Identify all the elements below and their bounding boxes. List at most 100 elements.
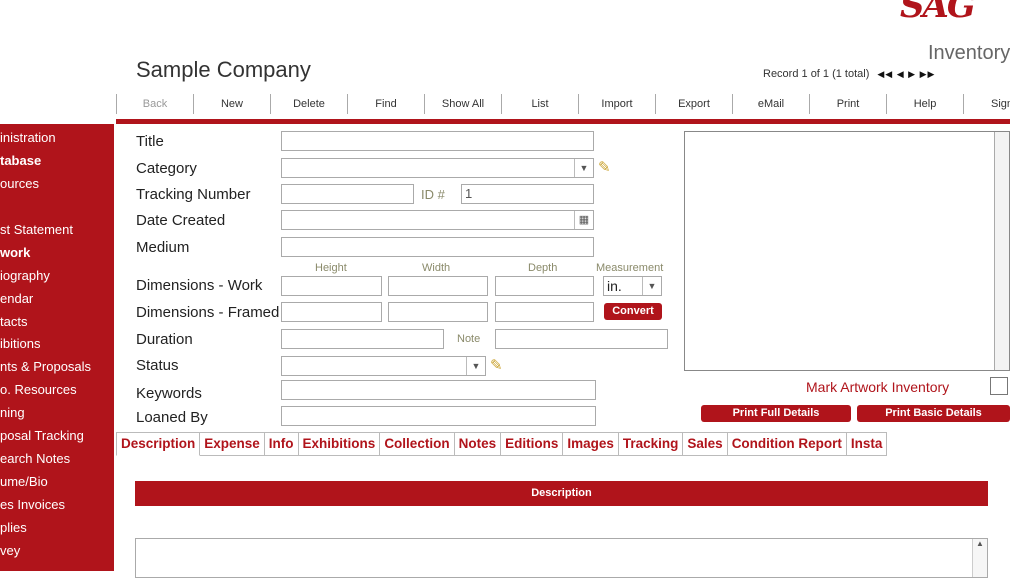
- sidebar-item[interactable]: es Invoices: [0, 497, 65, 513]
- sidebar-item[interactable]: nts & Proposals: [0, 359, 91, 375]
- measurement-label: Measurement: [596, 262, 664, 274]
- sidebar-item[interactable]: vey: [0, 543, 20, 559]
- description-textarea[interactable]: ▲: [135, 538, 988, 578]
- tab-images[interactable]: Images: [563, 432, 619, 456]
- print-full-details-button[interactable]: Print Full Details: [701, 405, 851, 422]
- medium-label: Medium: [136, 239, 190, 256]
- keywords-label: Keywords: [136, 385, 202, 402]
- height-label: Height: [315, 262, 347, 274]
- work-width-input[interactable]: [388, 276, 488, 296]
- sidebar-item[interactable]: plies: [0, 520, 27, 536]
- framed-width-input[interactable]: [388, 302, 488, 322]
- module-title: Inventory: [928, 42, 1010, 64]
- calendar-icon[interactable]: ▦: [574, 211, 593, 229]
- sidebar-item[interactable]: work: [0, 245, 30, 261]
- sidebar-item[interactable]: earch Notes: [0, 451, 70, 467]
- tab-editions[interactable]: Editions: [501, 432, 564, 456]
- keywords-input[interactable]: [281, 380, 596, 400]
- toolbar-button-back[interactable]: Back: [116, 94, 193, 114]
- dimensions-work-label: Dimensions - Work: [136, 277, 263, 294]
- tab-insta[interactable]: Insta: [846, 432, 888, 456]
- toolbar-button-import[interactable]: Import: [578, 94, 655, 114]
- toolbar: Back New Delete Find Show All List Import Expor…: [116, 94, 1010, 114]
- textarea-scrollbar[interactable]: ▲: [972, 539, 987, 577]
- id-input[interactable]: 1: [461, 184, 594, 204]
- record-count: Record 1 of 1 (1 total): [763, 68, 870, 80]
- toolbar-button-sign[interactable]: Sign: [963, 94, 1010, 114]
- image-scrollbar[interactable]: [994, 132, 1009, 370]
- sidebar-item[interactable]: ources: [0, 176, 39, 192]
- chevron-down-icon[interactable]: ▼: [466, 357, 485, 375]
- section-header: Description: [135, 481, 988, 506]
- tab-notes[interactable]: Notes: [454, 432, 502, 456]
- duration-label: Duration: [136, 331, 193, 348]
- status-label: Status: [136, 357, 179, 374]
- sidebar-item[interactable]: iography: [0, 268, 50, 284]
- record-nav-icons[interactable]: ◀◀ ◀ ▶ ▶▶: [877, 69, 935, 80]
- sidebar-item[interactable]: ume/Bio: [0, 474, 48, 490]
- tab-collection[interactable]: Collection: [380, 432, 455, 456]
- width-label: Width: [422, 262, 451, 274]
- tab-condition-report[interactable]: Condition Report: [727, 432, 847, 456]
- toolbar-button-email[interactable]: eMail: [732, 94, 809, 114]
- category-label: Category: [136, 160, 197, 177]
- work-height-input[interactable]: [281, 276, 382, 296]
- framed-depth-input[interactable]: [495, 302, 594, 322]
- note-input[interactable]: [495, 329, 668, 349]
- edit-status-icon[interactable]: ✎: [490, 356, 503, 374]
- toolbar-button-list[interactable]: List: [501, 94, 578, 114]
- chevron-down-icon[interactable]: ▼: [642, 277, 661, 295]
- tab-bar: Description Expense Info Exhibitions Collect…: [116, 432, 888, 456]
- sidebar-item[interactable]: ibitions: [0, 336, 40, 352]
- record-indicator: Record 1 of 1 (1 total) ◀◀ ◀ ▶ ▶▶: [763, 68, 935, 80]
- chevron-down-icon[interactable]: ▼: [574, 159, 593, 177]
- toolbar-button-print[interactable]: Print: [809, 94, 886, 114]
- sidebar-item[interactable]: posal Tracking: [0, 428, 84, 444]
- sidebar-item[interactable]: tacts: [0, 314, 27, 330]
- tab-description[interactable]: Description: [116, 432, 201, 456]
- status-select[interactable]: ▼: [281, 356, 486, 376]
- toolbar-button-show-all[interactable]: Show All: [424, 94, 501, 114]
- loaned-by-input[interactable]: [281, 406, 596, 426]
- sidebar-item[interactable]: o. Resources: [0, 382, 77, 398]
- edit-category-icon[interactable]: ✎: [598, 158, 611, 176]
- sidebar-item[interactable]: st Statement: [0, 222, 73, 238]
- tab-exhibitions[interactable]: Exhibitions: [298, 432, 381, 456]
- work-depth-input[interactable]: [495, 276, 594, 296]
- sidebar-item[interactable]: ning: [0, 405, 25, 421]
- date-created-input[interactable]: ▦: [281, 210, 594, 230]
- framed-height-input[interactable]: [281, 302, 382, 322]
- title-input[interactable]: [281, 131, 594, 151]
- measurement-select[interactable]: in. ▼: [603, 276, 662, 296]
- tab-sales[interactable]: Sales: [683, 432, 728, 456]
- sidebar-item[interactable]: tabase: [0, 153, 41, 169]
- depth-label: Depth: [528, 262, 558, 274]
- duration-input[interactable]: [281, 329, 444, 349]
- convert-button[interactable]: Convert: [604, 303, 662, 320]
- sidebar-item[interactable]: inistration: [0, 130, 56, 146]
- mark-inventory-label: Mark Artwork Inventory: [806, 379, 950, 395]
- tab-expense[interactable]: Expense: [200, 432, 265, 456]
- header-divider: [116, 119, 1010, 124]
- sidebar-item[interactable]: endar: [0, 291, 33, 307]
- tab-tracking[interactable]: Tracking: [618, 432, 684, 456]
- tracking-number-label: Tracking Number: [136, 186, 251, 203]
- toolbar-button-help[interactable]: Help: [886, 94, 963, 114]
- mark-inventory-checkbox[interactable]: [990, 377, 1008, 395]
- toolbar-button-export[interactable]: Export: [655, 94, 732, 114]
- toolbar-button-new[interactable]: New: [193, 94, 270, 114]
- note-label: Note: [457, 333, 481, 345]
- category-select[interactable]: ▼: [281, 158, 594, 178]
- tab-info[interactable]: Info: [264, 432, 299, 456]
- print-basic-details-button[interactable]: Print Basic Details: [857, 405, 1010, 422]
- toolbar-button-delete[interactable]: Delete: [270, 94, 347, 114]
- toolbar-button-find[interactable]: Find: [347, 94, 424, 114]
- loaned-by-label: Loaned By: [136, 409, 208, 426]
- medium-input[interactable]: [281, 237, 594, 257]
- artwork-image-panel[interactable]: [684, 131, 1010, 371]
- title-label: Title: [136, 133, 164, 150]
- dimensions-framed-label: Dimensions - Framed: [136, 304, 280, 321]
- tracking-number-input[interactable]: [281, 184, 414, 204]
- date-created-label: Date Created: [136, 212, 226, 229]
- id-label: ID #: [421, 187, 445, 202]
